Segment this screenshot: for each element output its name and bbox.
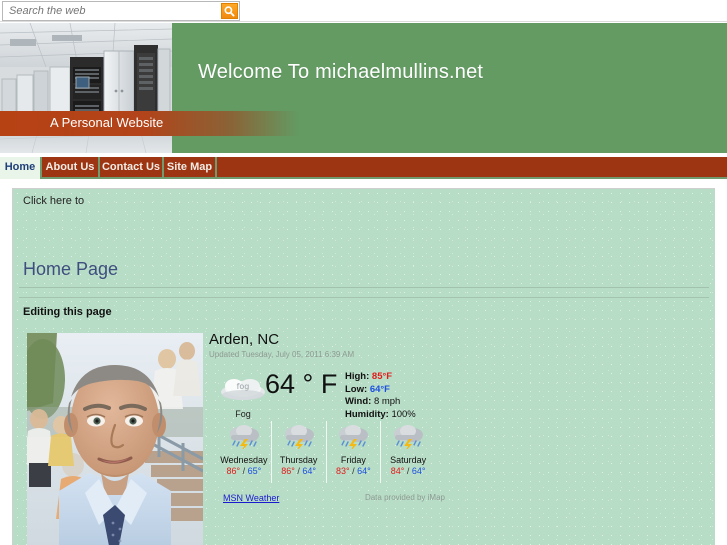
forecast-day-name: Friday xyxy=(340,455,366,465)
stat-high: High: 85°F xyxy=(345,371,416,384)
forecast-day-temps: 84° / 64° xyxy=(381,466,435,476)
search-input[interactable] xyxy=(3,2,214,20)
weather-current: fog Fog 64 ° F High: 85°F Low: 64°F Wind… xyxy=(209,369,439,427)
section-heading: Editing this page xyxy=(23,306,112,318)
page-title: Home Page xyxy=(23,259,119,279)
divider-bottom xyxy=(19,297,709,298)
forecast-high: 86° xyxy=(281,466,295,476)
forecast-low: 65° xyxy=(247,466,262,476)
site-banner: Welcome To michaelmullins.net A Personal… xyxy=(0,23,727,153)
site-tagline: A Personal Website xyxy=(50,115,164,130)
forecast-separator: / xyxy=(297,466,300,476)
weather-forecast: Wednesday 86° / 65° Thursday 86° / 64° F… xyxy=(217,421,435,483)
stat-humidity: Humidity: 100% xyxy=(345,409,416,422)
search-icon xyxy=(224,6,235,17)
content-panel: Click here to Home Page Editing this pag… xyxy=(12,188,715,545)
portrait-photo xyxy=(27,333,203,545)
stat-low-label: Low: xyxy=(345,383,368,395)
stat-low: Low: 64°F xyxy=(345,384,416,397)
forecast-high: 86° xyxy=(226,466,241,476)
weather-city: Arden, NC xyxy=(209,331,280,348)
thunderstorm-icon xyxy=(394,425,424,452)
nav-item-contact-us[interactable]: Contact Us xyxy=(100,157,164,179)
forecast-separator: / xyxy=(352,466,355,476)
search-box[interactable] xyxy=(2,1,240,21)
click-here-text[interactable]: Click here to xyxy=(23,195,84,207)
forecast-day-temps: 83° / 64° xyxy=(327,466,381,476)
site-title: Welcome To michaelmullins.net xyxy=(198,61,484,83)
weather-credit: Data provided by iMap xyxy=(364,493,445,502)
forecast-day-temps: 86° / 65° xyxy=(217,466,271,476)
stat-low-value: 64°F xyxy=(369,383,390,395)
stat-high-label: High: xyxy=(345,371,370,382)
stat-humidity-label: Humidity: xyxy=(345,408,389,420)
thunderstorm-icon xyxy=(229,425,259,452)
current-condition-label: Fog xyxy=(235,409,251,419)
current-temperature: 64 ° F xyxy=(265,369,338,399)
stat-humidity-value: 100% xyxy=(391,408,416,420)
nav-item-site-map[interactable]: Site Map xyxy=(164,157,217,179)
weather-updated: Updated Tuesday, July 05, 2011 6:39 AM xyxy=(209,350,355,359)
nav-item-about-us[interactable]: About Us xyxy=(42,157,100,179)
thunderstorm-icon xyxy=(284,425,314,452)
forecast-high: 84° xyxy=(390,466,405,476)
forecast-separator: / xyxy=(406,466,410,476)
forecast-day-name: Saturday xyxy=(390,455,427,465)
current-condition-block: fog Fog xyxy=(217,373,269,419)
forecast-day: Wednesday 86° / 65° xyxy=(217,421,272,483)
portrait-image xyxy=(27,333,203,545)
svg-text:fog: fog xyxy=(237,382,250,391)
weather-stats: High: 85°F Low: 64°F Wind: 8 mph Humidit… xyxy=(345,371,416,421)
divider-top xyxy=(19,287,709,288)
forecast-day: Thursday 86° / 64° xyxy=(272,421,327,483)
msn-weather-link[interactable]: MSN Weather xyxy=(223,493,279,503)
forecast-day: Saturday 84° / 64° xyxy=(381,421,435,483)
thunderstorm-icon xyxy=(339,425,369,452)
fog-icon: fog xyxy=(221,379,265,400)
toolbar-divider xyxy=(0,21,727,22)
stat-wind-label: Wind: xyxy=(345,396,372,407)
forecast-low: 64° xyxy=(411,466,426,476)
page-root: Welcome To michaelmullins.net A Personal… xyxy=(0,0,727,545)
forecast-day-temps: 86° / 64° xyxy=(272,466,326,476)
forecast-day-name: Wednesday xyxy=(220,455,268,465)
forecast-low: 64° xyxy=(302,466,317,476)
search-button[interactable] xyxy=(221,3,238,19)
weather-footer: MSN Weather Data provided by iMap xyxy=(223,493,445,503)
forecast-day-name: Thursday xyxy=(279,455,318,465)
stat-wind: Wind: 8 mph xyxy=(345,396,416,409)
main-navigation: Home About Us Contact Us Site Map xyxy=(0,157,727,179)
stat-wind-value: 8 mph xyxy=(373,396,401,407)
forecast-day: Friday 83° / 64° xyxy=(327,421,382,483)
forecast-high: 83° xyxy=(335,466,350,476)
nav-item-home[interactable]: Home xyxy=(0,157,42,179)
forecast-low: 64° xyxy=(357,466,371,476)
forecast-separator: / xyxy=(242,466,246,476)
search-toolbar xyxy=(0,0,727,22)
weather-widget: Arden, NC Updated Tuesday, July 05, 2011… xyxy=(209,331,445,531)
stat-high-value: 85°F xyxy=(371,371,393,382)
